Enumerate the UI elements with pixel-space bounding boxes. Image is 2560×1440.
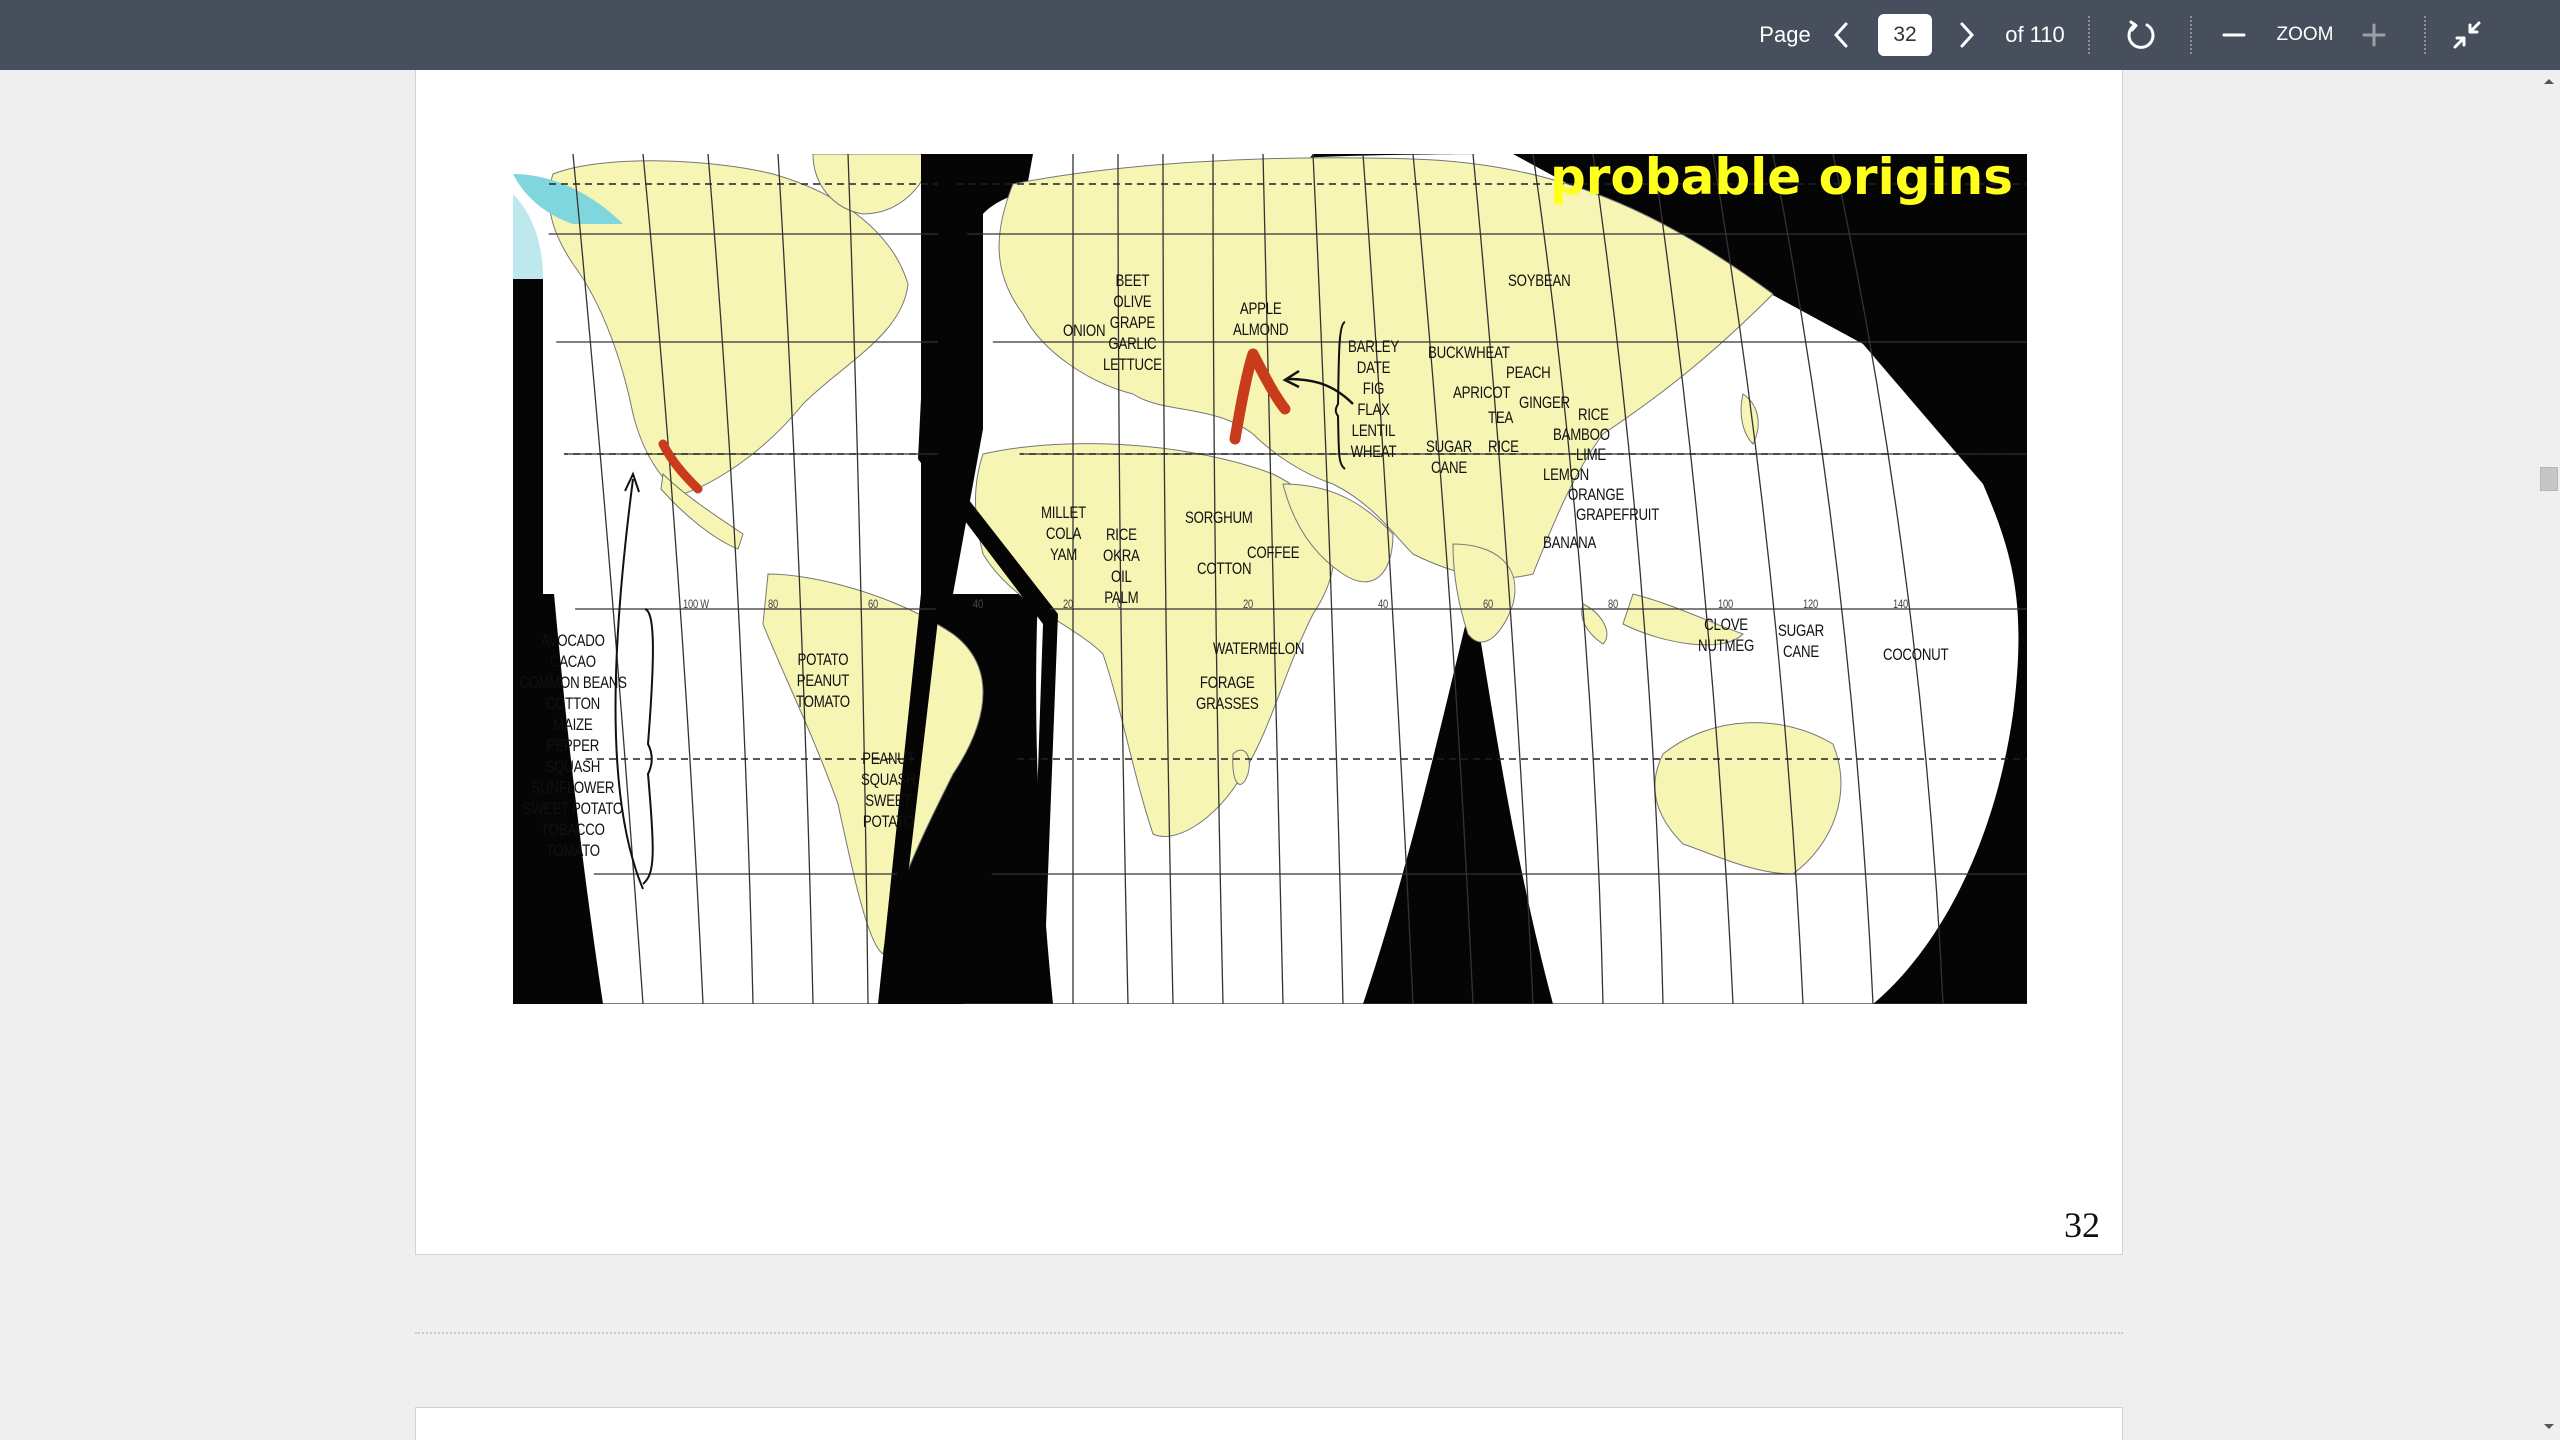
zoom-out-icon (2222, 33, 2246, 37)
zoom-in-button[interactable] (2358, 0, 2390, 70)
exit-fullscreen-button[interactable] (2450, 0, 2484, 70)
graticule-label: 100 (1718, 597, 1733, 611)
zoom-out-button[interactable] (2218, 0, 2250, 70)
watermelon-label: WATERMELON (1213, 639, 1305, 658)
scrollbar-thumb[interactable] (2540, 467, 2558, 491)
clove-nutmeg-label: CLOVE NUTMEG (1698, 615, 1755, 655)
coconut-label: COCONUT (1883, 645, 1949, 664)
slide-title: probable origins (1549, 148, 2013, 206)
rotate-icon (2127, 20, 2155, 49)
south-america-crops-label: POTATO PEANUT TOMATO (796, 650, 850, 711)
chevron-right-icon (1960, 22, 1975, 48)
apple-almond-label: APPLE ALMOND (1233, 299, 1289, 339)
graticule-label: 60 (868, 597, 878, 611)
page-number: 32 (2064, 1205, 2100, 1245)
page-divider (415, 1332, 2123, 1334)
forage-grasses-label: FORAGE GRASSES (1196, 673, 1259, 713)
graticule-label: 80 (1608, 597, 1618, 611)
rice-label: RICE (1578, 405, 1609, 424)
onion-label: ONION (1063, 321, 1106, 340)
south-america-crops-label: PEANUT SQUASH SWEET POTATO (861, 749, 916, 831)
total-pages-label: of 110 (2005, 22, 2065, 47)
buckwheat-label: BUCKWHEAT (1428, 343, 1510, 362)
tea-label: TEA (1488, 408, 1514, 427)
graticule-label: 40 (1378, 597, 1388, 611)
scroll-down-arrow-icon[interactable] (2538, 1420, 2560, 1434)
peach-label: PEACH (1506, 363, 1551, 382)
orange-label: ORANGE (1568, 485, 1625, 504)
americas-crop-list: AVOCADO CACAO COMMON BEANS COTTON MAIZE … (519, 631, 627, 860)
page-number-input[interactable] (1878, 14, 1932, 56)
next-pdf-page (415, 1407, 2123, 1440)
zoom-label: ZOOM (2276, 24, 2334, 45)
lime-label: LIME (1576, 445, 1607, 464)
page-label: Page (1759, 22, 1811, 47)
graticule-label: 140 (1893, 597, 1908, 611)
lemon-label: LEMON (1543, 465, 1589, 484)
bamboo-label: BAMBOO (1553, 425, 1610, 444)
coffee-label: COFFEE (1247, 543, 1300, 562)
toolbar-separator (2424, 16, 2426, 54)
world-map-graphic (513, 154, 2027, 1004)
graticule-label: 20 (1243, 597, 1253, 611)
rice-label: RICE (1488, 437, 1519, 456)
apricot-label: APRICOT (1453, 383, 1511, 402)
graticule-label: 20 (1063, 597, 1073, 611)
scroll-up-arrow-icon[interactable] (2538, 74, 2560, 88)
zoom-in-icon (2362, 23, 2386, 47)
near-east-crops-label: BARLEY DATE FIG FLAX LENTIL WHEAT (1348, 337, 1399, 461)
crop-origins-map: probable origins AVOCADO CACAO COMMON BE… (513, 148, 2027, 1004)
rotate-button[interactable] (2122, 0, 2160, 70)
chevron-left-icon (1833, 22, 1848, 48)
graticule-label: 60 (1483, 597, 1493, 611)
graticule-label: 120 (1803, 597, 1818, 611)
vertical-scrollbar[interactable] (2538, 70, 2560, 1440)
pdf-toolbar: Page of 110 ZOOM (0, 0, 2560, 70)
graticule-label: 100 W (683, 597, 709, 611)
exit-fullscreen-icon (2453, 21, 2481, 49)
ginger-label: GINGER (1519, 393, 1570, 412)
europe-crops-label: BEET OLIVE GRAPE GARLIC LETTUCE (1103, 271, 1162, 374)
west-africa-crops-label: MILLET COLA YAM (1041, 503, 1087, 564)
graticule-label: 80 (768, 597, 778, 611)
graticule-label: 40 (973, 597, 983, 611)
toolbar-separator (2088, 16, 2090, 54)
next-page-button[interactable] (1952, 0, 1982, 70)
toolbar-separator (2190, 16, 2192, 54)
grapefruit-label: GRAPEFRUIT (1576, 505, 1660, 524)
banana-label: BANANA (1543, 533, 1597, 552)
previous-page-button[interactable] (1826, 0, 1856, 70)
sugar-cane-label: SUGAR CANE (1426, 437, 1472, 477)
soybean-label: SOYBEAN (1508, 271, 1571, 290)
sorghum-label: SORGHUM (1185, 508, 1253, 527)
cotton-label: COTTON (1197, 559, 1252, 578)
sugar-cane-label: SUGAR CANE (1778, 621, 1824, 661)
graticule-label: 0 (1117, 597, 1122, 611)
